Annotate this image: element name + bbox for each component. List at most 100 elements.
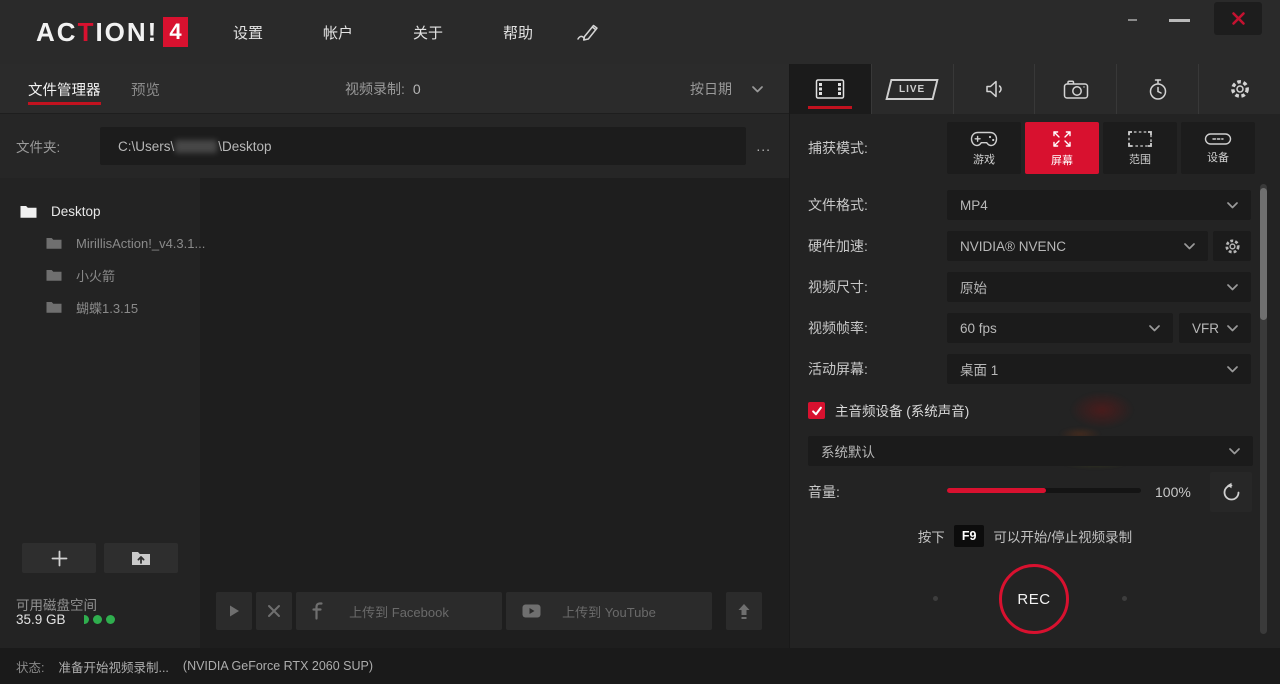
tab-scheduler[interactable]	[1117, 64, 1199, 114]
upload-button[interactable]	[726, 592, 762, 630]
recordings-label: 视频录制:	[345, 79, 405, 99]
tree-item-desktop[interactable]: Desktop	[0, 195, 200, 227]
audio-device-dropdown[interactable]: 系统默认	[808, 436, 1253, 466]
capture-tabs: LIVE	[790, 64, 1280, 114]
framerate-mode-dropdown[interactable]: VFR	[1179, 313, 1251, 343]
upload-icon	[736, 603, 752, 620]
framerate-mode-value: VFR	[1192, 321, 1219, 336]
mode-game-label: 游戏	[973, 151, 995, 167]
tree-item-label: 小火箭	[76, 266, 115, 285]
play-button[interactable]	[216, 592, 252, 630]
framerate-dropdown[interactable]: 60 fps	[947, 313, 1173, 343]
tree-item[interactable]: 小火箭	[0, 259, 200, 291]
folder-icon	[46, 301, 62, 313]
tab-audio-recording[interactable]	[954, 64, 1036, 114]
menu-help[interactable]: 帮助	[503, 22, 533, 43]
tab-screenshot[interactable]	[1035, 64, 1117, 114]
disk-space-row: 35.9 GB	[16, 612, 115, 627]
app-logo: ACTION! 4	[36, 14, 188, 50]
chevron-down-icon	[1184, 243, 1195, 250]
framerate-value: 60 fps	[960, 321, 997, 336]
mode-region-button[interactable]: 范围	[1103, 122, 1177, 174]
tab-preview[interactable]: 预览	[131, 64, 160, 114]
sort-by-dropdown[interactable]: 按日期	[690, 64, 763, 114]
hotkey-hint: 按下 F9 可以开始/停止视频录制	[790, 525, 1260, 547]
speaker-icon	[983, 78, 1005, 100]
video-size-dropdown[interactable]: 原始	[947, 272, 1251, 302]
gear-icon	[1223, 237, 1242, 256]
sort-by-label: 按日期	[690, 79, 732, 99]
capture-mode-buttons: 游戏 屏幕 范围	[947, 122, 1255, 174]
upload-facebook-label: 上传到 Facebook	[349, 602, 449, 621]
file-list-area	[200, 178, 789, 648]
tree-item[interactable]: 蝴蝶1.3.15	[0, 291, 200, 323]
tab-file-manager[interactable]: 文件管理器	[28, 64, 101, 114]
hotkey-prefix: 按下	[918, 526, 945, 546]
folder-path-input[interactable]: C:\Users\ \Desktop	[100, 127, 746, 165]
youtube-icon	[522, 592, 541, 630]
mode-device-button[interactable]: 设备	[1181, 122, 1255, 174]
tree-item[interactable]: MirillisAction!_v4.3.1...	[0, 227, 200, 259]
tray-minimize-button[interactable]	[1128, 19, 1137, 21]
gamepad-icon	[969, 130, 999, 148]
path-suffix: \Desktop	[218, 139, 271, 154]
disk-space-indicator	[84, 615, 115, 624]
menu-account[interactable]: 帐户	[323, 22, 353, 43]
active-screen-dropdown[interactable]: 桌面 1	[947, 354, 1251, 384]
rec-button[interactable]: REC	[999, 564, 1069, 634]
browse-folder-button[interactable]: ...	[756, 114, 771, 178]
tab-video-recording[interactable]	[790, 64, 872, 114]
chevron-down-icon	[1229, 448, 1240, 455]
status-label: 状态:	[16, 657, 44, 676]
draw-pen-icon[interactable]	[575, 20, 601, 44]
stopwatch-icon	[1147, 78, 1169, 101]
active-screen-value: 桌面 1	[960, 359, 998, 379]
volume-reset-button[interactable]	[1210, 472, 1252, 512]
open-folder-button[interactable]	[104, 543, 178, 573]
primary-audio-checkbox[interactable]	[808, 402, 825, 419]
rec-label: REC	[1017, 591, 1050, 608]
menu-about[interactable]: 关于	[413, 22, 443, 43]
x-icon	[267, 604, 281, 618]
disk-space-value: 35.9 GB	[16, 612, 66, 627]
file-format-dropdown[interactable]: MP4	[947, 190, 1251, 220]
hw-accel-settings-button[interactable]	[1213, 231, 1251, 261]
menu-settings[interactable]: 设置	[233, 22, 263, 43]
panel-scrollbar[interactable]	[1260, 184, 1267, 634]
action-app-window: ACTION! 4 设置 帐户 关于 帮助 文件管理器	[0, 0, 1280, 684]
delete-button[interactable]	[256, 592, 292, 630]
tab-live-streaming[interactable]: LIVE	[872, 64, 954, 114]
main-menu: 设置 帐户 关于 帮助	[233, 0, 533, 64]
mode-game-button[interactable]: 游戏	[947, 122, 1021, 174]
volume-slider[interactable]	[947, 488, 1141, 493]
screen-capture-icon	[1049, 129, 1075, 149]
hotkey-key: F9	[954, 525, 985, 547]
folder-actions	[22, 543, 178, 573]
recordings-counter: 视频录制: 0	[345, 64, 421, 114]
upload-facebook-button[interactable]: 上传到 Facebook	[296, 592, 502, 630]
active-tab-underline	[28, 102, 101, 105]
close-icon	[1231, 11, 1246, 26]
status-bar: 状态: 准备开始视频录制... (NVIDIA GeForce RTX 2060…	[0, 648, 1280, 684]
check-icon	[811, 405, 823, 417]
panel-scrollbar-thumb[interactable]	[1260, 188, 1267, 320]
region-icon	[1127, 130, 1153, 148]
file-manager-header: 文件管理器 预览 视频录制: 0 按日期	[0, 64, 789, 114]
tree-item-label: 蝴蝶1.3.15	[76, 298, 138, 317]
folder-icon	[20, 205, 37, 218]
volume-label: 音量:	[808, 472, 840, 512]
mode-screen-label: 屏幕	[1051, 152, 1073, 168]
upload-youtube-button[interactable]: 上传到 YouTube	[506, 592, 712, 630]
mode-screen-button[interactable]: 屏幕	[1025, 122, 1099, 174]
hw-accel-dropdown[interactable]: NVIDIA® NVENC	[947, 231, 1208, 261]
add-folder-button[interactable]	[22, 543, 96, 573]
title-bar: ACTION! 4 设置 帐户 关于 帮助	[0, 0, 1280, 64]
device-icon	[1204, 132, 1232, 146]
folder-tree: Desktop MirillisAction!_v4.3.1... 小火箭 蝴蝶…	[0, 195, 200, 323]
close-button[interactable]	[1214, 2, 1262, 35]
minimize-button[interactable]	[1169, 19, 1190, 22]
file-actions-toolbar: 上传到 Facebook 上传到 YouTube	[216, 592, 762, 630]
tab-settings[interactable]	[1199, 64, 1280, 114]
film-icon	[815, 78, 845, 100]
folder-icon	[46, 237, 62, 249]
